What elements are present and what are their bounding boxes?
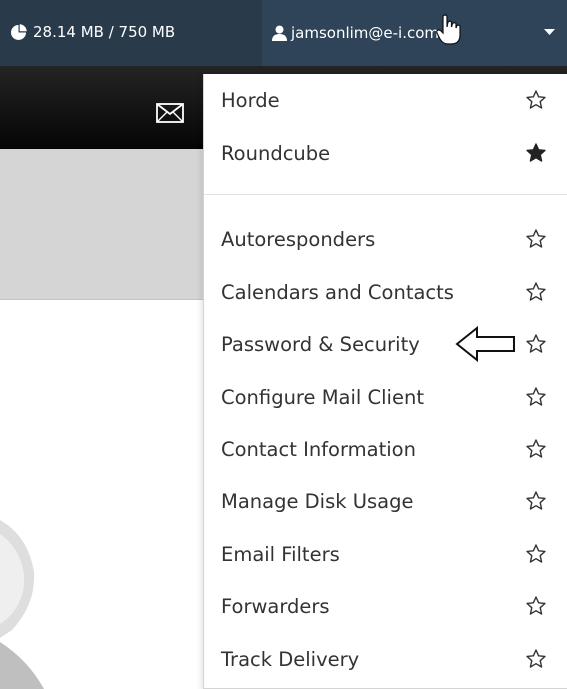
star-outline-icon[interactable]: [526, 282, 546, 301]
menu-item-label: Manage Disk Usage: [221, 489, 414, 513]
hand-cursor-icon: [436, 14, 461, 45]
user-icon: [272, 25, 287, 41]
menu-item-forwarders[interactable]: Forwarders: [204, 586, 567, 626]
menu-divider: [204, 194, 567, 195]
star-outline-icon[interactable]: [526, 334, 546, 353]
top-bar: 28.14 MB / 750 MB jamsonlim@e-i.com.sg: [0, 0, 567, 66]
menu-item-calendars-and-contacts[interactable]: Calendars and Contacts: [204, 272, 567, 312]
disk-usage-text: 28.14 MB / 750 MB: [33, 23, 176, 41]
star-outline-icon[interactable]: [526, 649, 546, 668]
menu-item-label: Roundcube: [221, 141, 331, 165]
disk-usage[interactable]: 28.14 MB / 750 MB: [10, 18, 175, 46]
menu-item-configure-mail-client[interactable]: Configure Mail Client: [204, 377, 567, 417]
user-dropdown-menu: Horde Roundcube Autoresponders Calendars…: [203, 74, 567, 689]
menu-item-label: Autoresponders: [221, 227, 376, 251]
menu-item-label: Track Delivery: [221, 647, 360, 671]
menu-item-horde[interactable]: Horde: [204, 80, 567, 120]
menu-item-track-delivery[interactable]: Track Delivery: [204, 639, 567, 679]
menu-item-label: Configure Mail Client: [221, 385, 424, 409]
menu-item-roundcube[interactable]: Roundcube: [204, 133, 567, 173]
menu-item-manage-disk-usage[interactable]: Manage Disk Usage: [204, 481, 567, 521]
caret-down-icon: [544, 29, 555, 36]
menu-item-contact-information[interactable]: Contact Information: [204, 429, 567, 469]
background-panel: [0, 149, 230, 300]
star-outline-icon[interactable]: [526, 90, 546, 109]
pie-chart-icon: [11, 23, 27, 40]
menu-item-label: Email Filters: [221, 542, 340, 566]
star-filled-icon[interactable]: [526, 143, 546, 162]
star-outline-icon[interactable]: [526, 439, 546, 458]
menu-item-label: Contact Information: [221, 437, 416, 461]
annotation-arrow-icon: [455, 326, 515, 362]
star-outline-icon[interactable]: [526, 387, 546, 406]
envelope-icon[interactable]: [156, 103, 184, 123]
menu-item-autoresponders[interactable]: Autoresponders: [204, 219, 567, 259]
star-outline-icon[interactable]: [526, 596, 546, 615]
menu-item-email-filters[interactable]: Email Filters: [204, 534, 567, 574]
menu-item-label: Horde: [221, 88, 280, 112]
star-outline-icon[interactable]: [526, 544, 546, 563]
menu-item-label: Password & Security: [221, 332, 420, 356]
background-decoration: [0, 520, 44, 689]
menu-item-label: Calendars and Contacts: [221, 280, 454, 304]
star-outline-icon[interactable]: [526, 229, 546, 248]
user-menu-toggle[interactable]: jamsonlim@e-i.com.sg: [262, 0, 567, 66]
menu-item-label: Forwarders: [221, 594, 330, 618]
star-outline-icon[interactable]: [526, 491, 546, 510]
